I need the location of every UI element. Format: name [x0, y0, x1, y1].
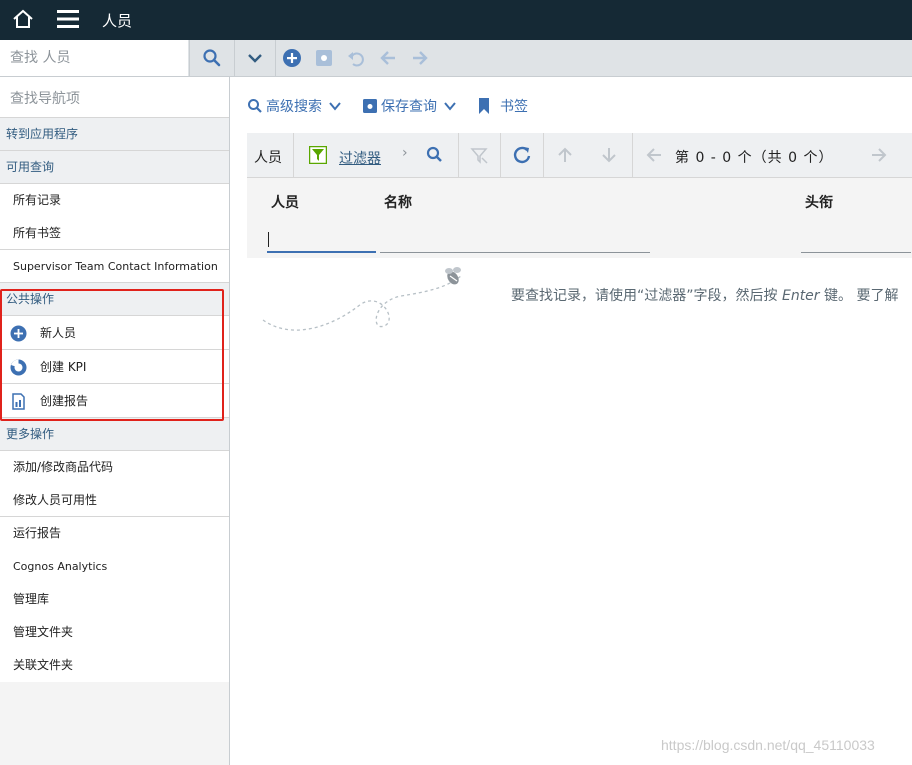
save-query-label: 保存查询	[381, 99, 437, 115]
report-document-icon	[12, 393, 25, 410]
column-header-title[interactable]: 头衔	[805, 192, 833, 212]
save-icon	[363, 99, 377, 113]
more-actions-header[interactable]: 更多操作	[0, 418, 229, 451]
bookmarks-label: 书签	[500, 99, 528, 115]
filter-input-name[interactable]	[380, 227, 650, 253]
hint-suffix: 键。 要了解	[819, 288, 899, 304]
watermark-text: https://blog.csdn.net/qq_45110033	[661, 737, 875, 753]
hint-prefix: 要查找记录，请使用“过滤器”字段，然后按	[511, 288, 782, 304]
action-person-availability[interactable]: 修改人员可用性	[0, 484, 229, 517]
search-options-button[interactable]	[234, 40, 276, 76]
action-cognos-analytics[interactable]: Cognos Analytics	[0, 550, 229, 583]
results-toolbar: 人员 过滤器 › 第 0 - 0 个（共 0 个）	[247, 133, 912, 178]
empty-state-hint: 要查找记录，请使用“过滤器”字段，然后按 Enter 键。 要了解	[511, 285, 898, 305]
chevron-right-icon[interactable]: ›	[402, 145, 408, 161]
clear-filter-icon[interactable]	[469, 145, 489, 165]
advanced-search-menu[interactable]: 高级搜索	[247, 96, 344, 116]
save-icon[interactable]	[314, 48, 334, 68]
query-all-records[interactable]: 所有记录	[0, 184, 229, 217]
query-supervisor-team[interactable]: Supervisor Team Contact Information	[0, 250, 229, 283]
divider	[293, 133, 294, 178]
kpi-gauge-icon	[10, 359, 27, 376]
home-icon[interactable]	[12, 8, 34, 30]
column-header-name[interactable]: 名称	[384, 192, 412, 212]
action-manage-library[interactable]: 管理库	[0, 583, 229, 616]
divider	[458, 133, 459, 178]
bookmark-icon	[479, 98, 489, 114]
results-label: 人员	[254, 150, 282, 166]
divider	[632, 133, 633, 178]
arrow-down-icon[interactable]	[599, 145, 619, 165]
previous-page-icon[interactable]	[644, 145, 664, 165]
search-button[interactable]	[189, 40, 233, 76]
undo-icon[interactable]	[346, 48, 366, 68]
add-icon[interactable]	[282, 48, 302, 68]
divider	[543, 133, 544, 178]
page-title: 人员	[102, 12, 133, 30]
filter-icon[interactable]	[309, 146, 327, 164]
chevron-down-icon	[444, 102, 456, 111]
chevron-down-icon	[248, 54, 262, 63]
hamburger-menu-icon[interactable]	[57, 9, 79, 29]
arrow-left-icon[interactable]	[378, 48, 398, 68]
filter-link[interactable]: 过滤器	[339, 148, 381, 168]
common-actions-header[interactable]: 公共操作	[0, 283, 229, 316]
hint-key: Enter	[781, 288, 820, 304]
column-header-person[interactable]: 人员	[271, 192, 299, 212]
action-manage-folders[interactable]: 管理文件夹	[0, 616, 229, 649]
nav-search-input[interactable]: 查找导航项	[0, 77, 229, 118]
app-header: 人员	[0, 0, 912, 40]
action-label: 新人员	[40, 326, 77, 340]
action-new-person[interactable]: 新人员	[0, 316, 229, 350]
chevron-down-icon	[329, 102, 341, 111]
action-label: 创建报告	[40, 394, 89, 408]
divider	[500, 133, 501, 178]
text-cursor	[268, 232, 269, 247]
arrow-up-icon[interactable]	[555, 145, 575, 165]
add-circle-icon	[10, 325, 27, 342]
action-commodity-codes[interactable]: 添加/修改商品代码	[0, 451, 229, 484]
navigation-sidebar: 查找导航项 转到应用程序 可用查询 所有记录 所有书签 Supervisor T…	[0, 77, 230, 765]
action-create-kpi[interactable]: 创建 KPI	[0, 350, 229, 384]
next-page-icon[interactable]	[869, 145, 889, 165]
refresh-icon[interactable]	[512, 145, 532, 165]
filter-input-person[interactable]	[267, 227, 376, 253]
filter-input-title[interactable]	[801, 227, 911, 253]
bookmarks-link[interactable]: 书签	[477, 96, 528, 116]
action-run-reports[interactable]: 运行报告	[0, 517, 229, 550]
query-bar: 高级搜索 保存查询 书签	[247, 95, 546, 117]
bee-illustration-icon	[262, 267, 462, 331]
arrow-right-icon[interactable]	[410, 48, 430, 68]
main-content: 高级搜索 保存查询 书签 人员 过滤器 › 第 0 - 0 个（共 0 个） 人…	[231, 77, 912, 765]
paging-status: 第 0 - 0 个（共 0 个）	[675, 150, 834, 166]
query-all-bookmarks[interactable]: 所有书签	[0, 217, 229, 250]
action-label: 创建 KPI	[40, 360, 87, 374]
search-icon[interactable]	[425, 145, 445, 165]
advanced-search-label: 高级搜索	[266, 99, 322, 115]
save-query-menu[interactable]: 保存查询	[362, 96, 459, 116]
action-link-folders[interactable]: 关联文件夹	[0, 649, 229, 682]
action-create-report[interactable]: 创建报告	[0, 384, 229, 418]
search-icon	[248, 99, 262, 113]
search-toolbar	[0, 40, 912, 77]
search-icon	[203, 49, 221, 67]
goto-applications-header[interactable]: 转到应用程序	[0, 118, 229, 151]
available-queries-header[interactable]: 可用查询	[0, 151, 229, 184]
search-input[interactable]	[0, 40, 188, 76]
